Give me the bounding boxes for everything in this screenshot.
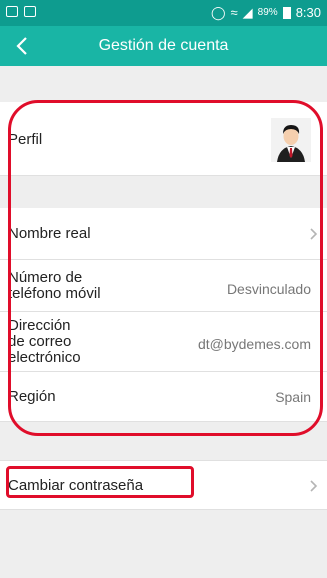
nav-bar: Gestión de cuenta bbox=[0, 26, 327, 66]
change-password-label: Cambiar contraseña bbox=[8, 477, 144, 494]
image-icon bbox=[24, 6, 36, 17]
user-avatar[interactable] bbox=[271, 118, 311, 162]
phone-row[interactable]: Número de teléfono móvil Desvinculado bbox=[0, 260, 327, 312]
real-name-label: Nombre real bbox=[8, 225, 91, 242]
profile-row[interactable]: Perfil bbox=[0, 102, 327, 176]
email-value: dt@bydemes.com bbox=[197, 336, 311, 352]
signal-icon: ◢ bbox=[242, 4, 253, 20]
change-password-row[interactable]: Cambiar contraseña bbox=[0, 460, 327, 510]
region-value: Spain bbox=[275, 389, 311, 405]
real-name-row[interactable]: Nombre real bbox=[0, 208, 327, 260]
phone-label: Número de teléfono móvil bbox=[8, 269, 101, 302]
phone-value: Desvinculado bbox=[226, 281, 311, 297]
clock: 8:30 bbox=[295, 5, 321, 20]
status-bar: ◯ ≈ ◢ 89% 8:30 bbox=[0, 0, 327, 26]
profile-label: Perfil bbox=[8, 131, 43, 148]
region-row[interactable]: Región Spain bbox=[0, 372, 327, 422]
page-title: Gestión de cuenta bbox=[98, 37, 229, 54]
wifi-icon: ≈ bbox=[230, 4, 238, 20]
chevron-right-icon bbox=[310, 480, 318, 492]
email-row[interactable]: Dirección de correo electrónico dt@bydem… bbox=[0, 312, 327, 372]
region-label: Región bbox=[8, 388, 56, 405]
chevron-right-icon bbox=[310, 228, 318, 240]
email-label: Dirección de correo electrónico bbox=[8, 317, 81, 366]
notification-icon bbox=[6, 6, 18, 17]
battery-level: 89% bbox=[257, 7, 278, 18]
alarm-icon: ◯ bbox=[210, 4, 226, 20]
battery-icon bbox=[282, 6, 291, 19]
